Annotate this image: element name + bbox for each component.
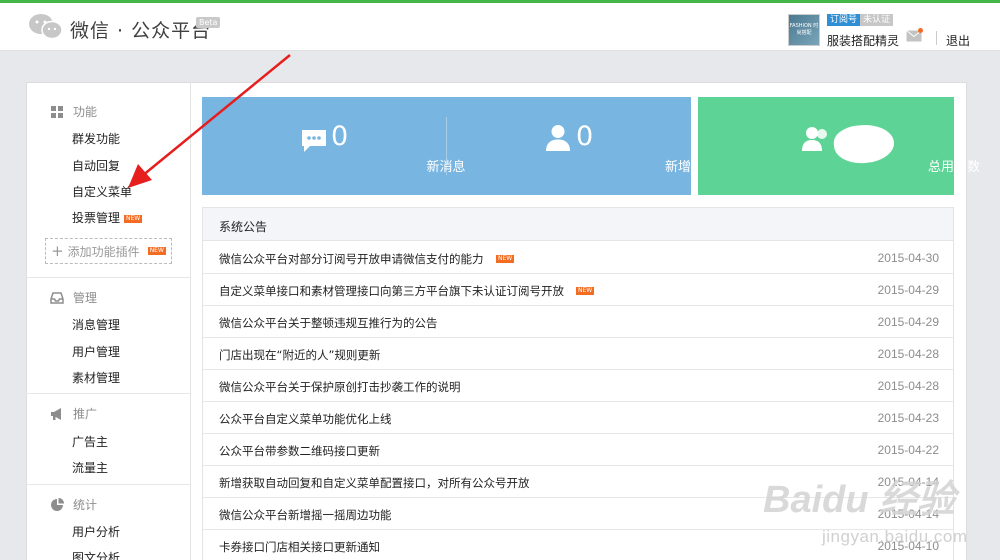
sidebar-item-publisher[interactable]: 流量主 <box>72 459 108 476</box>
section-title: 管理 <box>73 291 98 305</box>
notices-header: 系统公告 <box>203 208 953 241</box>
logout-link[interactable]: 退出 <box>946 32 970 49</box>
section-divider <box>26 393 190 394</box>
grid-icon <box>51 105 63 118</box>
add-plugin-button[interactable]: + 添加功能插件 NEW <box>45 238 172 264</box>
sidebar-item-mass-send[interactable]: 群发功能 <box>72 130 120 147</box>
notice-title-link[interactable]: 卡券接口门店相关接口更新通知 <box>219 539 380 555</box>
sidebar-item-article-analysis[interactable]: 图文分析 <box>72 549 120 560</box>
user-icon <box>546 125 570 151</box>
users-icon <box>802 127 827 151</box>
pie-chart-icon <box>51 497 64 511</box>
notice-title-link[interactable]: 门店出现在“附近的人”规则更新 <box>219 347 380 363</box>
stat-new-messages[interactable]: 0 新消息 <box>202 97 466 195</box>
stats-blue-block: 0 新消息 0 新增人数 <box>202 97 717 195</box>
sidebar-section-promotion: 推广 <box>50 405 97 422</box>
notice-title-link[interactable]: 新增获取自动回复和自定义菜单配置接口，对所有公众号开放 <box>219 475 530 491</box>
baidu-watermark-url: jingyan.baidu.com <box>822 527 968 546</box>
sidebar-item-advertiser[interactable]: 广告主 <box>72 433 108 450</box>
account-avatar[interactable]: FASHION 时尚搭配 <box>788 14 820 46</box>
notice-row[interactable]: 门店出现在“附近的人”规则更新 2015-04-28 <box>203 338 953 370</box>
notice-date: 2015-04-28 <box>877 347 939 361</box>
notice-date: 2015-04-29 <box>877 283 939 297</box>
stat-total-users[interactable]: 总用户数 <box>698 97 980 195</box>
sidebar-item-messages[interactable]: 消息管理 <box>72 316 120 333</box>
sidebar: 功能 群发功能 自动回复 自定义菜单 投票管理 NEW + 添加功能插件 NEW … <box>26 82 191 560</box>
sidebar-item-user-analysis[interactable]: 用户分析 <box>72 523 120 540</box>
sidebar-section-manage: 管理 <box>50 289 97 306</box>
notice-date: 2015-04-29 <box>877 315 939 329</box>
platform-title[interactable]: 微信 · 公众平台 <box>70 16 211 43</box>
sidebar-section-statistics: 统计 <box>50 496 97 513</box>
sidebar-item-users[interactable]: 用户管理 <box>72 343 120 360</box>
new-badge: NEW <box>496 255 515 263</box>
wechat-logo-icon <box>29 14 63 40</box>
notice-title-link[interactable]: 微信公众平台对部分订阅号开放申请微信支付的能力 <box>219 251 484 267</box>
stat-new-users[interactable]: 0 新增人数 <box>447 97 717 195</box>
notice-row[interactable]: 自定义菜单接口和素材管理接口向第三方平台旗下未认证订阅号开放 NEW 2015-04… <box>203 274 953 306</box>
stat-value: 0 <box>576 121 594 152</box>
stat-value: 0 <box>331 121 349 152</box>
message-bubble-icon <box>302 130 326 152</box>
notice-title-link[interactable]: 自定义菜单接口和素材管理接口向第三方平台旗下未认证订阅号开放 <box>219 283 564 299</box>
subscription-badge: 订阅号 <box>827 14 861 26</box>
section-title: 推广 <box>73 407 98 421</box>
section-title: 统计 <box>73 498 98 512</box>
sidebar-section-features: 功能 <box>50 103 97 120</box>
notice-row[interactable]: 微信公众平台对部分订阅号开放申请微信支付的能力 NEW 2015-04-30 <box>203 242 953 274</box>
section-divider <box>26 277 190 278</box>
sidebar-item-auto-reply[interactable]: 自动回复 <box>72 157 120 174</box>
notice-date: 2015-04-23 <box>877 411 939 425</box>
new-badge: NEW <box>576 287 595 295</box>
beta-badge: Beta <box>196 17 221 28</box>
notice-title-link[interactable]: 微信公众平台新增摇一摇周边功能 <box>219 507 392 523</box>
notice-date: 2015-04-30 <box>877 251 939 265</box>
baidu-watermark: Baidu 经验 <box>763 479 956 521</box>
account-name[interactable]: 服装搭配精灵 <box>827 32 899 49</box>
notice-title-link[interactable]: 公众平台自定义菜单功能优化上线 <box>219 411 392 427</box>
notice-row[interactable]: 微信公众平台关于保护原创打击抄袭工作的说明 2015-04-28 <box>203 370 953 402</box>
notice-date: 2015-04-28 <box>877 379 939 393</box>
notice-title-link[interactable]: 公众平台带参数二维码接口更新 <box>219 443 380 459</box>
notice-title-link[interactable]: 微信公众平台关于整顿违规互推行为的公告 <box>219 315 438 331</box>
notice-row[interactable]: 微信公众平台关于整顿违规互推行为的公告 2015-04-29 <box>203 306 953 338</box>
unverified-badge: 未认证 <box>860 14 894 26</box>
new-badge: NEW <box>147 247 166 255</box>
sidebar-item-vote[interactable]: 投票管理 NEW <box>72 209 143 226</box>
sidebar-item-custom-menu[interactable]: 自定义菜单 <box>72 183 132 200</box>
stats-green-block: 总用户数 <box>698 97 980 195</box>
notice-row[interactable]: 公众平台自定义菜单功能优化上线 2015-04-23 <box>203 402 953 434</box>
notices-title: 系统公告 <box>219 220 268 234</box>
section-divider <box>26 484 190 485</box>
notice-title-link[interactable]: 微信公众平台关于保护原创打击抄袭工作的说明 <box>219 379 461 395</box>
new-badge: NEW <box>124 214 143 223</box>
inbox-icon <box>50 291 64 304</box>
notification-dot <box>918 28 923 33</box>
section-title: 功能 <box>73 105 98 119</box>
notice-date: 2015-04-22 <box>877 443 939 457</box>
header: 微信 · 公众平台 Beta FASHION 时尚搭配 订阅号 未认证 服装搭配… <box>0 3 1000 51</box>
sidebar-item-materials[interactable]: 素材管理 <box>72 369 120 386</box>
megaphone-icon <box>51 407 61 420</box>
plus-icon: + <box>51 242 64 260</box>
header-separator <box>936 31 937 45</box>
notice-row[interactable]: 公众平台带参数二维码接口更新 2015-04-22 <box>203 434 953 466</box>
